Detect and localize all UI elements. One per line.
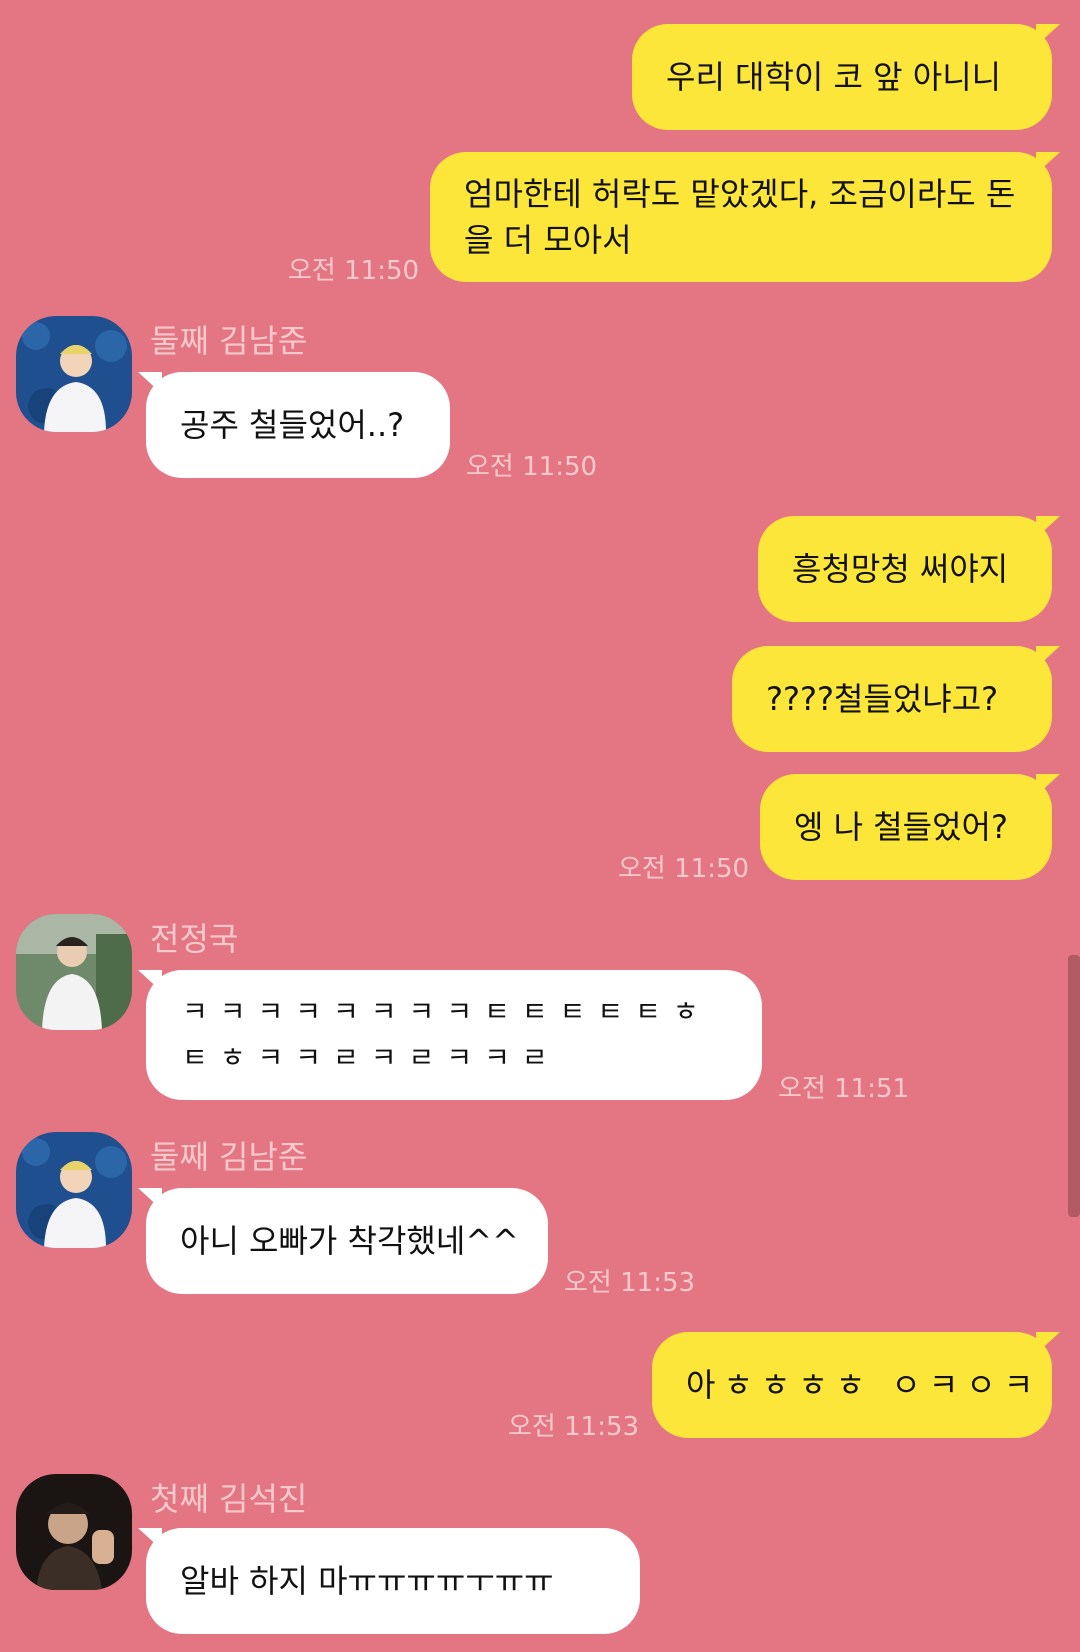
message-text: 엄마한테 허락도 맡았겠다, 조금이라도 돈을 더 모아서 [464,175,1016,259]
message-timestamp: 오전 11:50 [288,256,420,286]
my-message-bubble[interactable]: 엥 나 철들었어? [760,774,1052,880]
my-message-bubble[interactable]: 아ㅎㅎㅎㅎ ㅇㅋㅇㅋ [652,1332,1052,1438]
message-text: 아ㅎㅎㅎㅎ ㅇㅋㅇㅋ [686,1366,1042,1404]
avatar-photo-icon [16,1132,132,1248]
message-text: 알바 하지 마ㅠㅠㅠㅠㅜㅠㅠ [180,1562,554,1600]
message-text: 아니 오빠가 착각했네^^ [180,1222,519,1260]
avatar-jungkook[interactable] [16,914,132,1030]
message-text: 우리 대학이 코 앞 아니니 [666,58,1002,96]
my-message-bubble[interactable]: 우리 대학이 코 앞 아니니 [632,24,1052,130]
their-message-bubble[interactable]: 공주 철들었어..? [138,372,450,478]
message-text: ????철들었냐고? [766,680,999,718]
message-timestamp: 오전 11:50 [618,854,750,884]
my-message-bubble[interactable]: 흥청망청 써야지 [758,516,1052,622]
scrollbar[interactable] [1068,955,1080,1217]
avatar-seokjin[interactable] [16,1474,132,1590]
sender-name: 전정국 [150,920,239,958]
avatar-photo-icon [16,316,132,432]
avatar-photo-icon [16,914,132,1030]
message-text: 흥청망청 써야지 [792,550,1009,588]
sender-name: 둘째 김남준 [150,322,308,360]
message-timestamp: 오전 11:51 [778,1074,910,1104]
avatar-namjoon[interactable] [16,316,132,432]
their-message-bubble[interactable]: 아니 오빠가 착각했네^^ [138,1188,548,1294]
message-timestamp: 오전 11:53 [508,1412,640,1442]
message-timestamp: 오전 11:53 [564,1268,696,1298]
message-text: 공주 철들었어..? [180,406,405,444]
message-text: 엥 나 철들었어? [794,808,1008,846]
message-timestamp: 오전 11:50 [466,452,598,482]
their-message-bubble[interactable]: 알바 하지 마ㅠㅠㅠㅠㅜㅠㅠ [138,1528,640,1634]
sender-name: 첫째 김석진 [150,1480,308,1518]
my-message-bubble[interactable]: ????철들었냐고? [732,646,1052,752]
avatar-photo-icon [16,1474,132,1590]
sender-name: 둘째 김남준 [150,1138,308,1176]
their-message-bubble[interactable]: ㅋㅋㅋㅋㅋㅋㅋㅋㅌㅌㅌㅌㅌㅎㅌㅎㅋㅋㄹㅋㄹㅋㅋㄹ [138,970,762,1100]
message-text: ㅋㅋㅋㅋㅋㅋㅋㅋㅌㅌㅌㅌㅌㅎㅌㅎㅋㅋㄹㅋㄹㅋㅋㄹ [182,995,711,1074]
my-message-bubble[interactable]: 엄마한테 허락도 맡았겠다, 조금이라도 돈을 더 모아서 [430,152,1052,282]
avatar-namjoon[interactable] [16,1132,132,1248]
